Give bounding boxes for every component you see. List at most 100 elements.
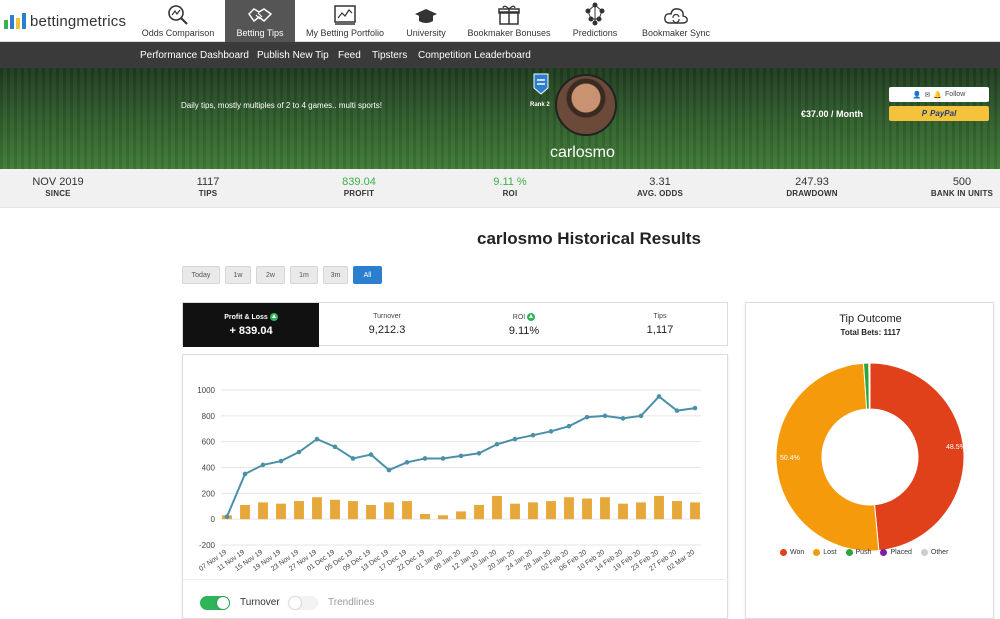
timeframe-all[interactable]: All xyxy=(353,266,382,284)
profit-point xyxy=(548,429,554,434)
handshake-icon xyxy=(248,8,273,23)
bell-icon: 🔔 xyxy=(933,91,943,99)
subnav-publish-new-tip[interactable]: Publish New Tip xyxy=(257,50,329,61)
turnover-bar xyxy=(348,501,358,520)
gift-icon xyxy=(498,5,520,25)
legend-won[interactable]: Won xyxy=(780,549,804,556)
network-brain-icon xyxy=(585,2,605,26)
brand-name: bettingmetrics xyxy=(30,12,127,30)
nav-bookmaker-bonuses[interactable]: Bookmaker Bonuses xyxy=(463,0,555,42)
turnover-bar xyxy=(672,501,682,520)
summary-panel: Profit & Loss + 839.04 Turnover 9,212.3 … xyxy=(182,302,728,347)
arrow-up-icon xyxy=(269,313,278,321)
turnover-bar xyxy=(618,503,628,520)
nav-betting-tips[interactable]: Betting Tips xyxy=(225,0,295,42)
timeframe-1w[interactable]: 1w xyxy=(225,266,251,284)
nav-my-betting-portfolio[interactable]: My Betting Portfolio xyxy=(300,0,390,42)
timeframe-1m[interactable]: 1m xyxy=(290,266,318,284)
turnover-bar xyxy=(528,502,538,520)
y-tick-label: 800 xyxy=(202,412,216,421)
subnav-competition-leaderboard[interactable]: Competition Leaderboard xyxy=(418,50,531,61)
y-tick-label: -200 xyxy=(199,541,216,550)
profit-point xyxy=(674,408,680,413)
timeframe-3m[interactable]: 3m xyxy=(323,266,348,284)
nav-label: University xyxy=(406,28,446,38)
nav-label: Bookmaker Sync xyxy=(641,28,711,38)
turnover-bar xyxy=(330,499,340,520)
subnav-feed[interactable]: Feed xyxy=(338,50,361,61)
turnover-bar xyxy=(564,497,574,520)
turnover-bar xyxy=(438,515,448,520)
timeframe-today[interactable]: Today xyxy=(182,266,220,284)
profit-point xyxy=(332,444,338,450)
follow-label: Follow xyxy=(945,91,966,98)
paypal-button[interactable]: P PayPal xyxy=(889,106,989,121)
turnover-bar xyxy=(582,498,592,520)
turnover-bar xyxy=(294,501,304,520)
nav-university[interactable]: University xyxy=(398,0,454,42)
summary-turnover[interactable]: Turnover 9,212.3 xyxy=(319,303,455,347)
legend-other[interactable]: Other xyxy=(920,549,948,556)
profit-point xyxy=(404,460,410,465)
turnover-bar xyxy=(240,504,250,520)
legend-push[interactable]: Push xyxy=(845,549,871,556)
y-tick-label: 600 xyxy=(202,438,216,447)
turnover-bar xyxy=(420,514,430,520)
turnover-toggle[interactable] xyxy=(200,596,230,610)
summary-tips[interactable]: Tips 1,117 xyxy=(592,303,728,347)
turnover-bar xyxy=(636,502,646,520)
profit-point xyxy=(620,416,626,421)
sub-navigation: Performance Dashboard Publish New Tip Fe… xyxy=(0,42,1000,68)
slice-other xyxy=(868,362,871,410)
nav-label: Predictions xyxy=(572,28,618,38)
subnav-tipsters[interactable]: Tipsters xyxy=(372,50,407,61)
profit-point xyxy=(602,413,608,419)
profit-point xyxy=(638,413,644,419)
profit-point xyxy=(566,423,572,429)
profit-point xyxy=(512,436,518,442)
summary-profit-loss[interactable]: Profit & Loss + 839.04 xyxy=(183,303,319,347)
rank-badge-icon xyxy=(533,73,549,95)
legend-lost[interactable]: Lost xyxy=(813,549,837,556)
outcome-title: Tip Outcome xyxy=(839,313,902,325)
stat-since: NOV 2019 SINCE xyxy=(32,176,84,198)
user-plus-icon: 👤 xyxy=(912,91,922,99)
portfolio-chart-icon xyxy=(334,5,356,25)
outcome-donut-chart[interactable]: 48.5% 50.4% xyxy=(746,353,995,553)
stat-avg-odds: 3.31 AVG. ODDS xyxy=(636,176,684,198)
trendlines-toggle[interactable] xyxy=(288,596,318,610)
timeframe-2w[interactable]: 2w xyxy=(256,266,285,284)
profit-chart-card: 1000 800 600 400 200 0 -200 07 Nov 19 11 Nov 19 1… xyxy=(182,354,729,619)
profit-point xyxy=(656,394,662,399)
profit-point xyxy=(584,414,590,420)
magnifier-chart-icon xyxy=(168,5,188,25)
nav-bookmaker-sync[interactable]: Bookmaker Sync xyxy=(636,0,716,42)
stat-bank-in-units: 500 BANK IN UNITS xyxy=(930,176,994,198)
turnover-bar xyxy=(492,495,502,520)
trendlines-toggle-label: Trendlines xyxy=(328,597,375,608)
subnav-performance-dashboard[interactable]: Performance Dashboard xyxy=(140,50,249,61)
avatar[interactable] xyxy=(555,74,617,136)
nav-predictions[interactable]: Predictions xyxy=(568,0,622,42)
profit-point xyxy=(242,471,248,477)
summary-roi[interactable]: ROI 9.11% xyxy=(456,303,592,347)
turnover-bar xyxy=(366,504,376,520)
nav-odds-comparison[interactable]: Odds Comparison xyxy=(138,0,218,42)
profit-point xyxy=(530,432,536,438)
turnover-bar xyxy=(312,497,322,520)
turnover-toggle-label: Turnover xyxy=(240,597,280,608)
cloud-sync-icon xyxy=(664,8,688,24)
turnover-bar xyxy=(276,503,286,520)
follow-button[interactable]: 👤 ✉ 🔔 Follow xyxy=(889,87,989,102)
profit-point xyxy=(350,456,356,461)
rank-label: Rank 2 xyxy=(530,102,550,108)
profit-point xyxy=(440,456,446,461)
profit-point xyxy=(278,458,284,464)
profit-point xyxy=(476,450,482,456)
profit-chart[interactable]: 10008006004002000-20007 Nov 1911 Nov 191… xyxy=(183,355,727,577)
paypal-icon: P xyxy=(921,109,928,118)
brand-logo[interactable]: bettingmetrics xyxy=(4,11,126,31)
nav-label: My Betting Portfolio xyxy=(305,28,385,38)
turnover-bar xyxy=(546,501,556,520)
legend-placed[interactable]: Placed xyxy=(880,549,912,556)
